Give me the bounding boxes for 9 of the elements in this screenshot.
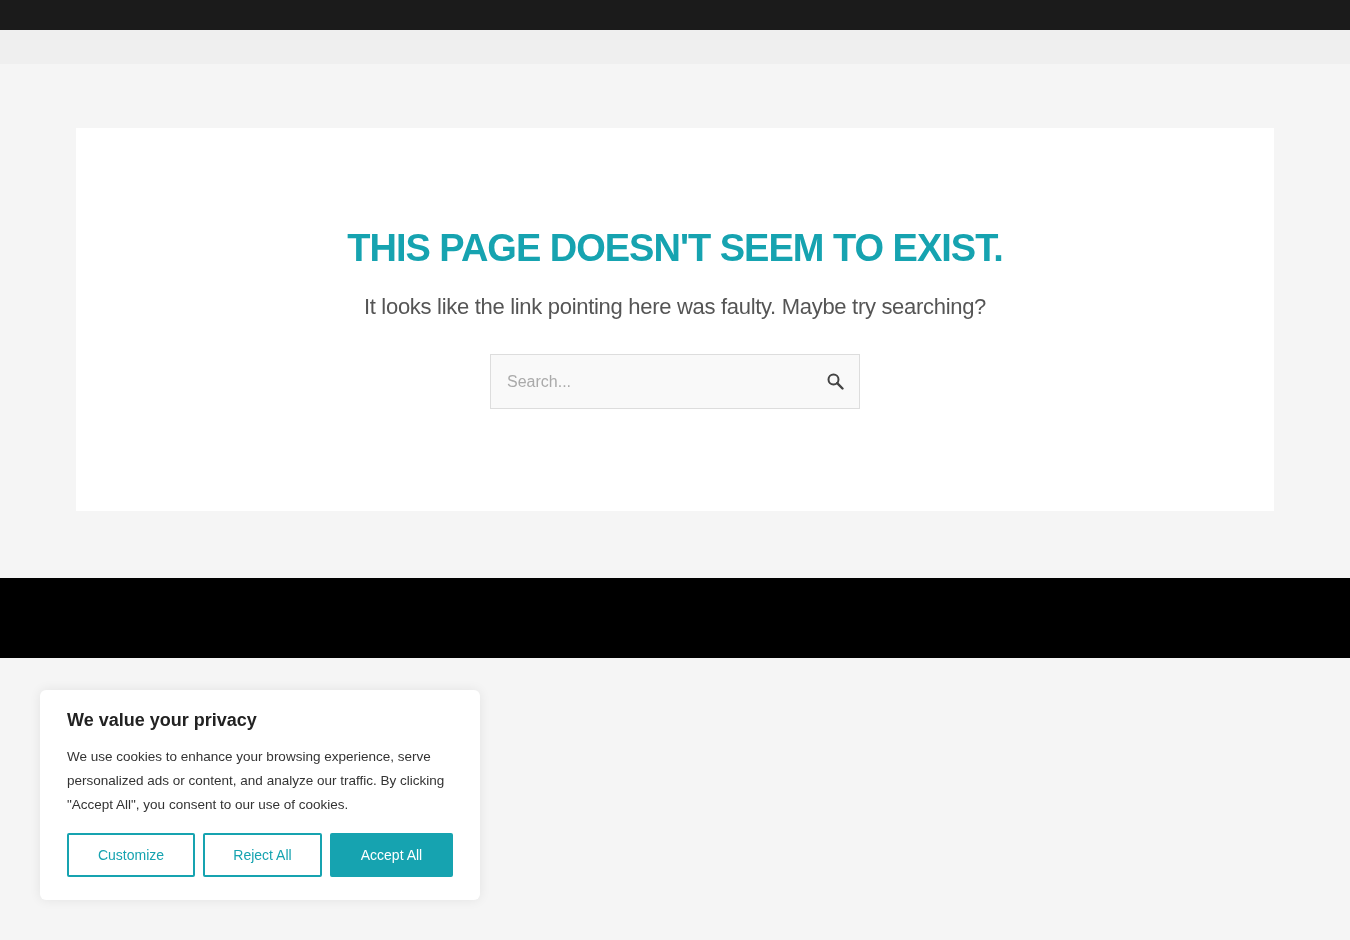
cookie-button[interactable]: Reject All — [203, 833, 322, 877]
accept-button[interactable]: Accept All — [330, 833, 453, 877]
search-icon[interactable] — [827, 373, 844, 390]
error-heading: THIS PAGE DOESN'T SEEM TO EXIST. — [347, 226, 1003, 271]
error-message: It looks like the link pointing here was faulty. Maybe try searching? — [363, 293, 987, 321]
cookie-title: We value your privacy — [67, 710, 258, 731]
cookie-text: We use cookies to enhance your browsing experience, serve personalized ads or content, and analyze our traffic. By clicking "Accept All", you consent to our use of cookies. — [67, 748, 446, 814]
search-field[interactable]: Search... — [490, 354, 860, 409]
cookie-button[interactable]: Customize — [67, 833, 195, 877]
